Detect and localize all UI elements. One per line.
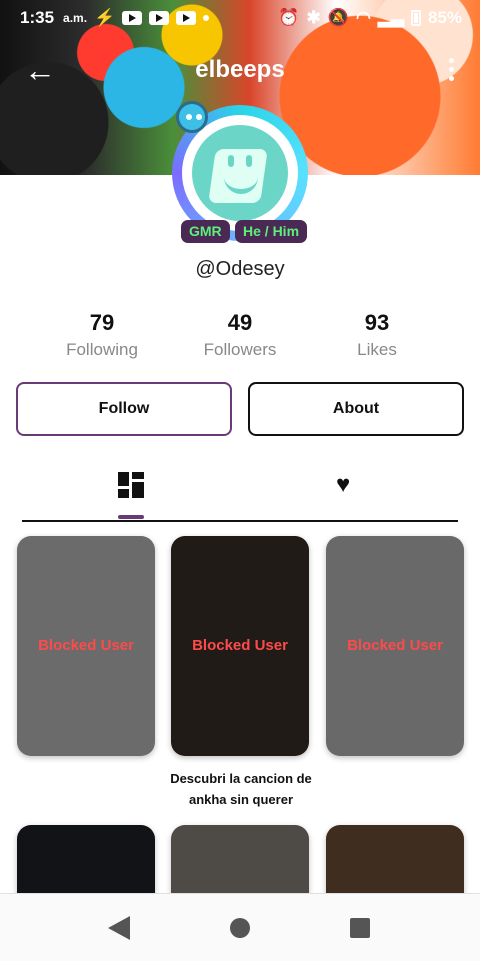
about-button[interactable]: About <box>248 382 464 436</box>
page-title: elbeeps <box>195 56 285 83</box>
active-tab-indicator <box>118 515 144 519</box>
stat-following[interactable]: 79 Following <box>32 310 172 360</box>
avatar-image <box>192 125 288 221</box>
blocked-user-label: Blocked User <box>192 637 288 654</box>
bluetooth-icon: ✱ <box>306 8 321 27</box>
mute-icon: 🔕 <box>327 8 349 27</box>
status-bar: 1:35 a.m. ⚡ ⏰ ✱ 🔕 ◠ ▂▃ 85% <box>0 0 480 36</box>
post-caption: Descubri la cancion de ankha sin querer <box>170 771 312 807</box>
battery-percent: 85% <box>427 8 462 27</box>
signal-icon: ▂▃ <box>377 8 404 27</box>
profile-stats: 79 Following 49 Followers 93 Likes <box>0 310 480 370</box>
bolt-icon: ⚡ <box>94 8 116 27</box>
battery-icon <box>410 10 421 26</box>
stat-label: Likes <box>357 340 397 359</box>
follow-button[interactable]: Follow <box>16 382 232 436</box>
notification-dot-icon <box>203 15 210 21</box>
alarm-icon: ⏰ <box>278 8 300 27</box>
blocked-user-label: Blocked User <box>347 637 443 654</box>
stat-value: 79 <box>89 310 115 335</box>
avatar-badge-icon <box>176 101 208 133</box>
stat-followers[interactable]: 49 Followers <box>170 310 310 360</box>
stat-value: 49 <box>227 310 253 335</box>
top-app-bar: ← elbeeps <box>0 46 480 98</box>
post-card[interactable]: Blocked User <box>171 536 309 756</box>
nav-recents-icon[interactable] <box>350 918 370 938</box>
grid-icon <box>118 472 144 498</box>
wifi-icon: ◠ <box>355 8 371 27</box>
system-nav-bar <box>0 893 480 961</box>
tab-posts[interactable] <box>118 470 150 510</box>
status-time: 1:35 <box>20 8 55 27</box>
blocked-user-label: Blocked User <box>38 637 134 654</box>
more-options-icon[interactable] <box>448 58 454 85</box>
youtube-icon <box>176 11 197 25</box>
youtube-icon <box>122 11 143 25</box>
tab-likes[interactable]: ♥ <box>336 470 368 510</box>
tag-badge: GMR <box>181 220 230 243</box>
nav-back-icon[interactable] <box>108 916 130 940</box>
stat-label: Followers <box>203 340 277 359</box>
nav-home-icon[interactable] <box>230 918 250 938</box>
stat-label: Following <box>66 340 138 359</box>
stat-value: 93 <box>364 310 390 335</box>
status-ampm: a.m. <box>63 11 88 25</box>
stat-likes[interactable]: 93 Likes <box>307 310 447 360</box>
post-card[interactable]: Blocked User <box>17 536 155 756</box>
post-card[interactable]: Blocked User <box>326 536 464 756</box>
content-tabs: ♥ <box>22 460 458 522</box>
username-handle: @Odesey <box>195 258 285 280</box>
youtube-icon <box>149 11 170 25</box>
pronoun-badge: He / Him <box>235 220 308 243</box>
heart-icon: ♥ <box>336 471 351 498</box>
